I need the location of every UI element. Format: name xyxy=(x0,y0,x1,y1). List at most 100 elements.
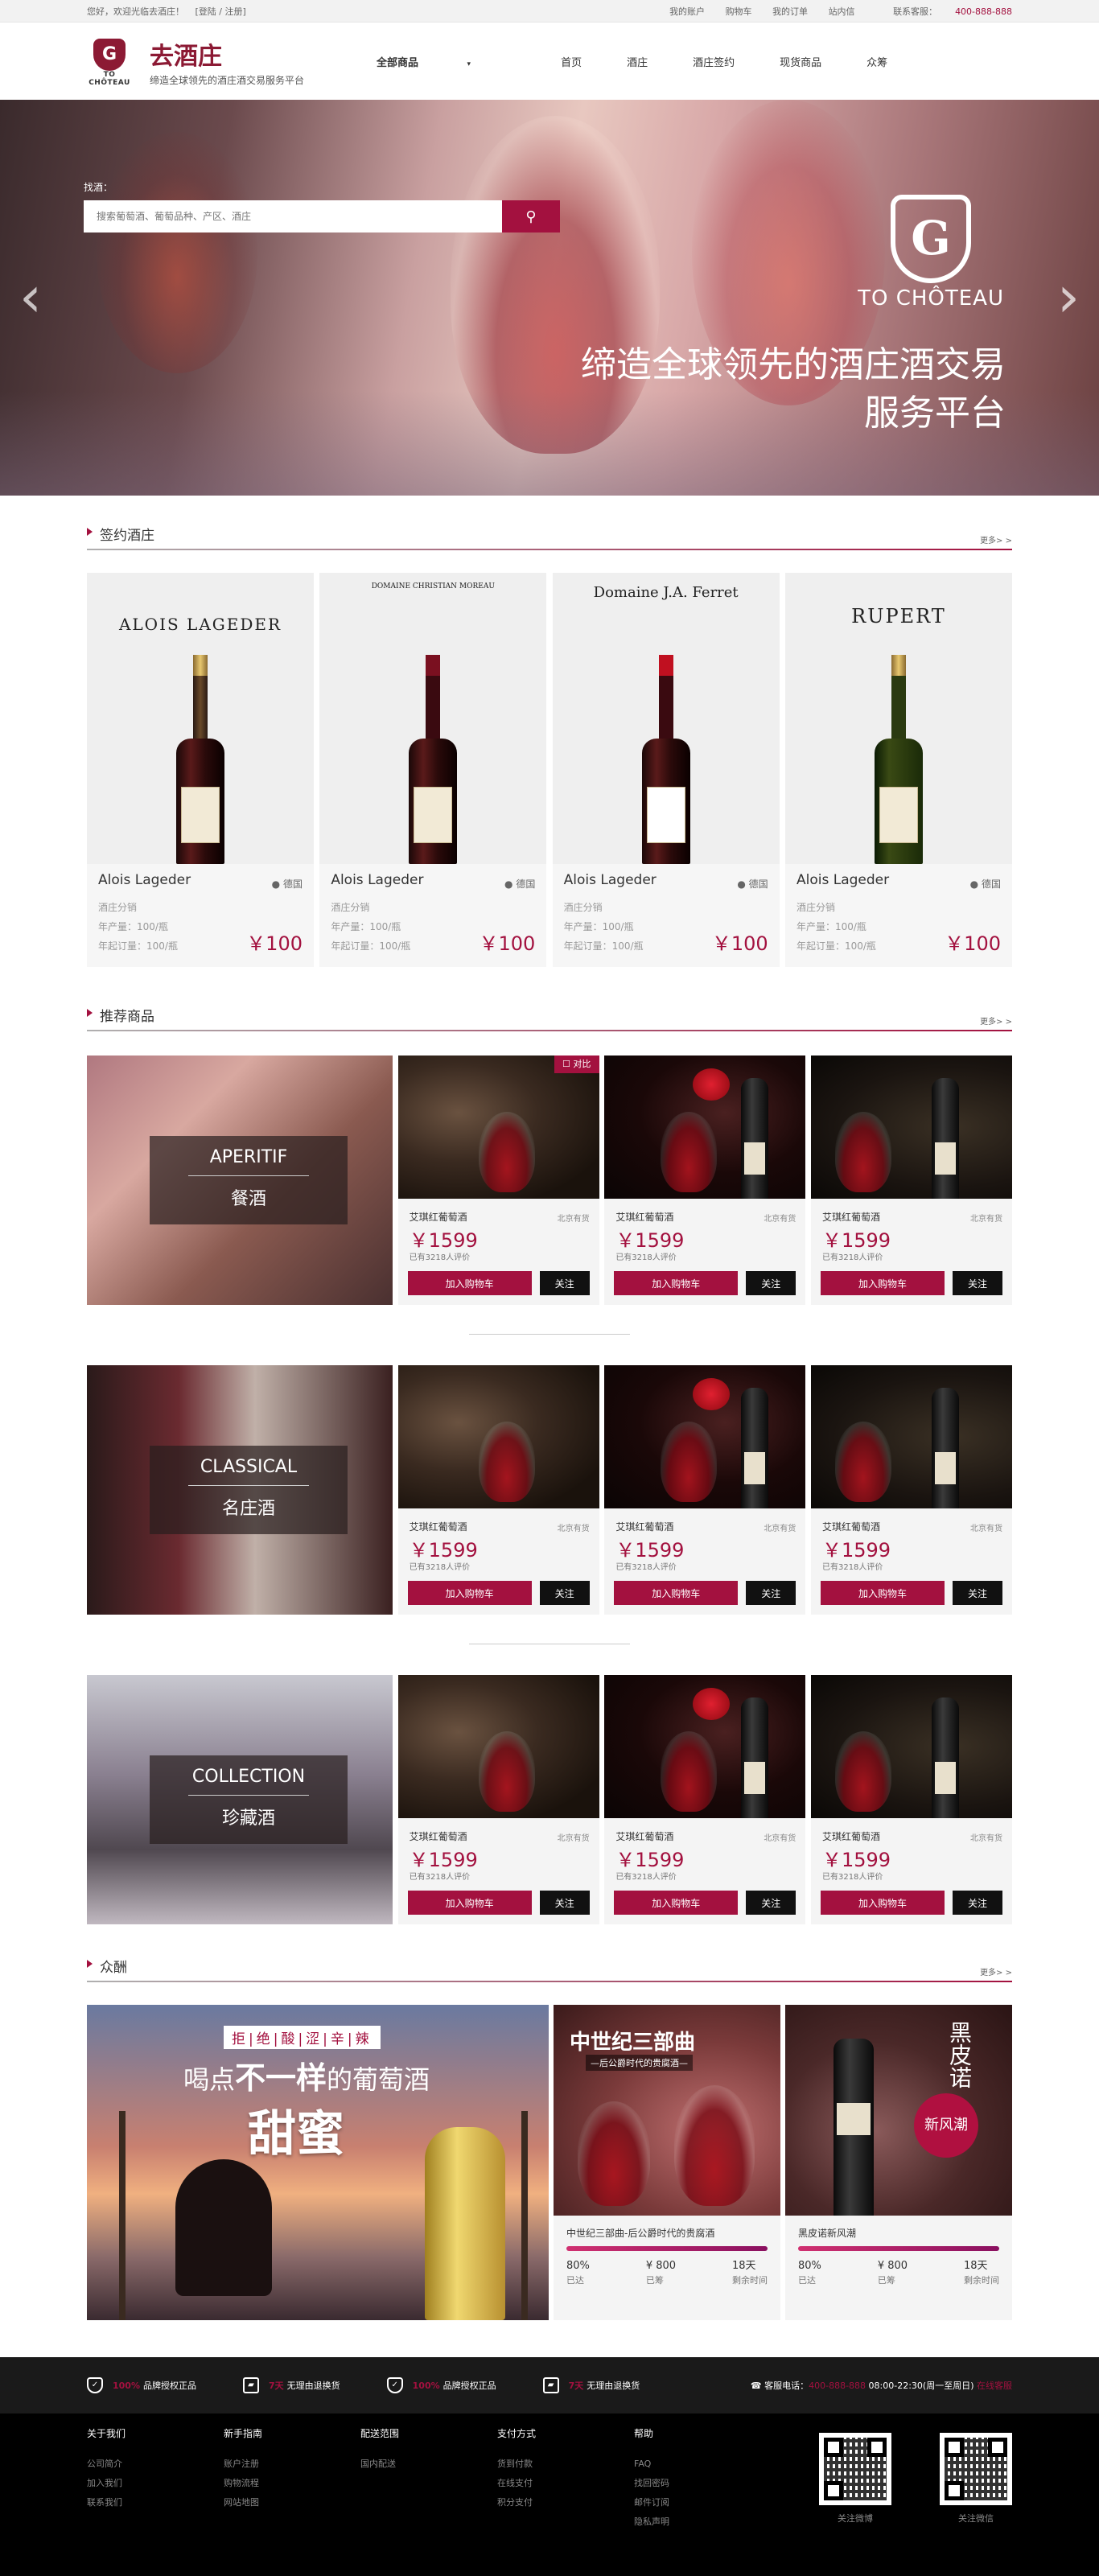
more-link[interactable]: 更多> > xyxy=(980,533,1012,549)
follow-button[interactable]: 关注 xyxy=(746,1581,796,1605)
stat-value: 80% xyxy=(566,2260,590,2272)
nav-spot-goods[interactable]: 现货商品 xyxy=(780,54,821,69)
chateau-location: ● 德国 xyxy=(504,877,535,891)
carousel-next-chevron-icon[interactable]: › xyxy=(1057,269,1080,325)
crowd-card-title: 中世纪三部曲-后公爵时代的贵腐酒 xyxy=(566,2228,715,2239)
product-card[interactable]: 艾琪红葡萄酒 北京有货 ￥1599 已有3218人评价 加入购物车 关注 xyxy=(810,1365,1012,1615)
follow-button[interactable]: 关注 xyxy=(746,1271,796,1295)
follow-button[interactable]: 关注 xyxy=(539,1581,590,1605)
product-image xyxy=(810,1675,1012,1818)
crowd-card[interactable]: 黑皮诺 新风潮 黑皮诺新风潮 80% 已达 ¥ 800 已筹 18天 剩余时间 xyxy=(785,2005,1012,2320)
product-title[interactable]: 艾琪红葡萄酒 xyxy=(615,1520,673,1533)
footer-link[interactable]: 加入我们 xyxy=(87,2474,224,2493)
footer-col-about: 关于我们 公司简介 加入我们 联系我们 xyxy=(87,2426,224,2532)
headline-part-3: 的葡萄酒 xyxy=(327,2064,430,2095)
add-to-cart-button[interactable]: 加入购物车 xyxy=(614,1891,739,1915)
footer-link[interactable]: 隐私声明 xyxy=(634,2512,771,2532)
more-link[interactable]: 更多> > xyxy=(980,1014,1012,1030)
category-overlay: APERITIF 餐酒 xyxy=(150,1136,348,1224)
product-title[interactable]: 艾琪红葡萄酒 xyxy=(410,1210,467,1224)
nav-all-products[interactable]: 全部商品 ▾ xyxy=(377,54,516,69)
my-orders-link[interactable]: 我的订单 xyxy=(772,6,808,17)
add-to-cart-button[interactable]: 加入购物车 xyxy=(820,1271,945,1295)
follow-button[interactable]: 关注 xyxy=(952,1581,1002,1605)
cart-link[interactable]: 购物车 xyxy=(726,6,752,17)
category-banner[interactable]: APERITIF 餐酒 xyxy=(87,1056,393,1305)
follow-button[interactable]: 关注 xyxy=(539,1891,590,1915)
nav-chateau[interactable]: 酒庄 xyxy=(627,54,648,69)
guarantee-authentic: ✓ 100% 品牌授权正品 xyxy=(87,2377,196,2393)
search-input[interactable] xyxy=(84,200,502,232)
crowd-card[interactable]: 中世纪三部曲 —后公爵时代的贵腐酒— 中世纪三部曲-后公爵时代的贵腐酒 80% 已… xyxy=(554,2005,780,2320)
chateau-card[interactable]: ALOIS LAGEDER Alois Lageder ● 德国 酒庄分销 年产… xyxy=(87,573,314,967)
product-title[interactable]: 艾琪红葡萄酒 xyxy=(822,1210,880,1224)
nav-home[interactable]: 首页 xyxy=(561,54,582,69)
nav-chateau-signing[interactable]: 酒庄签约 xyxy=(693,54,735,69)
footer-col-title: 关于我们 xyxy=(87,2428,126,2439)
product-image xyxy=(810,1056,1012,1199)
product-card[interactable]: ☐ 对比 艾琪红葡萄酒 北京有货 ￥1599 已有3218人评价 加入购物车 关… xyxy=(397,1056,599,1305)
my-account-link[interactable]: 我的账户 xyxy=(669,6,705,17)
category-banner[interactable]: CLASSICAL 名庄酒 xyxy=(87,1365,393,1615)
product-title[interactable]: 艾琪红葡萄酒 xyxy=(822,1829,880,1843)
product-card[interactable]: 艾琪红葡萄酒 北京有货 ￥1599 已有3218人评价 加入购物车 关注 xyxy=(604,1056,806,1305)
footer-link[interactable]: 在线支付 xyxy=(497,2474,634,2493)
row-divider xyxy=(469,1334,630,1335)
footer-link[interactable]: 联系我们 xyxy=(87,2493,224,2512)
footer-link[interactable]: 购物流程 xyxy=(224,2474,360,2493)
crowd-feature-banner[interactable]: 拒|绝|酸|涩|辛|辣 喝点不一样的葡萄酒 甜蜜 xyxy=(87,2005,549,2320)
nav-crowdfunding[interactable]: 众筹 xyxy=(866,54,887,69)
site-logo[interactable]: G TO CHÔTEAU 去酒庄 缔造全球领先的酒庄酒交易服务平台 xyxy=(87,36,377,87)
footer-link[interactable]: 找回密码 xyxy=(634,2474,771,2493)
chateau-card[interactable]: DOMAINE CHRISTIAN MOREAU Alois Lageder ●… xyxy=(319,573,547,967)
footer-link[interactable]: 积分支付 xyxy=(497,2493,634,2512)
product-image xyxy=(604,1365,806,1508)
follow-button[interactable]: 关注 xyxy=(952,1271,1002,1295)
product-card[interactable]: 艾琪红葡萄酒 北京有货 ￥1599 已有3218人评价 加入购物车 关注 xyxy=(397,1365,599,1615)
add-to-cart-button[interactable]: 加入购物车 xyxy=(407,1581,532,1605)
follow-button[interactable]: 关注 xyxy=(952,1891,1002,1915)
wine-glass-image xyxy=(834,1112,891,1192)
product-card[interactable]: 艾琪红葡萄酒 北京有货 ￥1599 已有3218人评价 加入购物车 关注 xyxy=(810,1056,1012,1305)
crowd-section: 众酬 更多> > 拒|绝|酸|涩|辛|辣 喝点不一样的葡萄酒 甜蜜 中世纪三部曲… xyxy=(87,1952,1012,2320)
product-title[interactable]: 艾琪红葡萄酒 xyxy=(822,1520,880,1533)
wine-bottle-image xyxy=(874,655,923,864)
product-title[interactable]: 艾琪红葡萄酒 xyxy=(615,1210,673,1224)
chateau-card[interactable]: Domaine J.A. Ferret Alois Lageder ● 德国 酒… xyxy=(552,573,780,967)
compare-checkbox[interactable]: ☐ 对比 xyxy=(554,1056,599,1073)
product-card[interactable]: 艾琪红葡萄酒 北京有货 ￥1599 已有3218人评价 加入购物车 关注 xyxy=(397,1675,599,1924)
search-button[interactable]: ⚲ xyxy=(502,200,560,232)
carousel-prev-chevron-icon[interactable]: ‹ xyxy=(19,269,42,325)
product-price: ￥1599 xyxy=(409,1849,478,1871)
footer-link[interactable]: 公司简介 xyxy=(87,2455,224,2474)
footer-link[interactable]: 账户注册 xyxy=(224,2455,360,2474)
product-title[interactable]: 艾琪红葡萄酒 xyxy=(410,1520,467,1533)
category-banner[interactable]: COLLECTION 珍藏酒 xyxy=(87,1675,393,1924)
follow-button[interactable]: 关注 xyxy=(746,1891,796,1915)
more-link[interactable]: 更多> > xyxy=(980,1965,1012,1981)
footer-link[interactable]: FAQ xyxy=(634,2455,771,2474)
footer-link[interactable]: 网站地图 xyxy=(224,2493,360,2512)
footer-link[interactable]: 国内配送 xyxy=(360,2455,497,2474)
product-card[interactable]: 艾琪红葡萄酒 北京有货 ￥1599 已有3218人评价 加入购物车 关注 xyxy=(604,1675,806,1924)
login-register-link[interactable]: [登陆 / 注册] xyxy=(196,6,246,17)
online-service-link[interactable]: 在线客服 xyxy=(977,2381,1012,2391)
follow-button[interactable]: 关注 xyxy=(539,1271,590,1295)
wine-glass-image xyxy=(478,1112,535,1192)
footer-link[interactable]: 货到付款 xyxy=(497,2455,634,2474)
product-title[interactable]: 艾琪红葡萄酒 xyxy=(410,1829,467,1843)
footer-link[interactable]: 邮件订阅 xyxy=(634,2493,771,2512)
product-card[interactable]: 艾琪红葡萄酒 北京有货 ￥1599 已有3218人评价 加入购物车 关注 xyxy=(604,1365,806,1615)
add-to-cart-button[interactable]: 加入购物车 xyxy=(820,1891,945,1915)
messages-link[interactable]: 站内信 xyxy=(829,6,855,17)
add-to-cart-button[interactable]: 加入购物车 xyxy=(820,1581,945,1605)
product-card[interactable]: 艾琪红葡萄酒 北京有货 ￥1599 已有3218人评价 加入购物车 关注 xyxy=(810,1675,1012,1924)
chateau-card[interactable]: RUPERT Alois Lageder ● 德国 酒庄分销 年产量：100/瓶… xyxy=(784,573,1012,967)
product-price: ￥1599 xyxy=(615,1229,685,1252)
add-to-cart-button[interactable]: 加入购物车 xyxy=(407,1271,532,1295)
product-title[interactable]: 艾琪红葡萄酒 xyxy=(615,1829,673,1843)
add-to-cart-button[interactable]: 加入购物车 xyxy=(614,1581,739,1605)
hero-slogan-line-2: 服务平台 xyxy=(864,393,1006,434)
add-to-cart-button[interactable]: 加入购物车 xyxy=(407,1891,532,1915)
add-to-cart-button[interactable]: 加入购物车 xyxy=(614,1271,739,1295)
